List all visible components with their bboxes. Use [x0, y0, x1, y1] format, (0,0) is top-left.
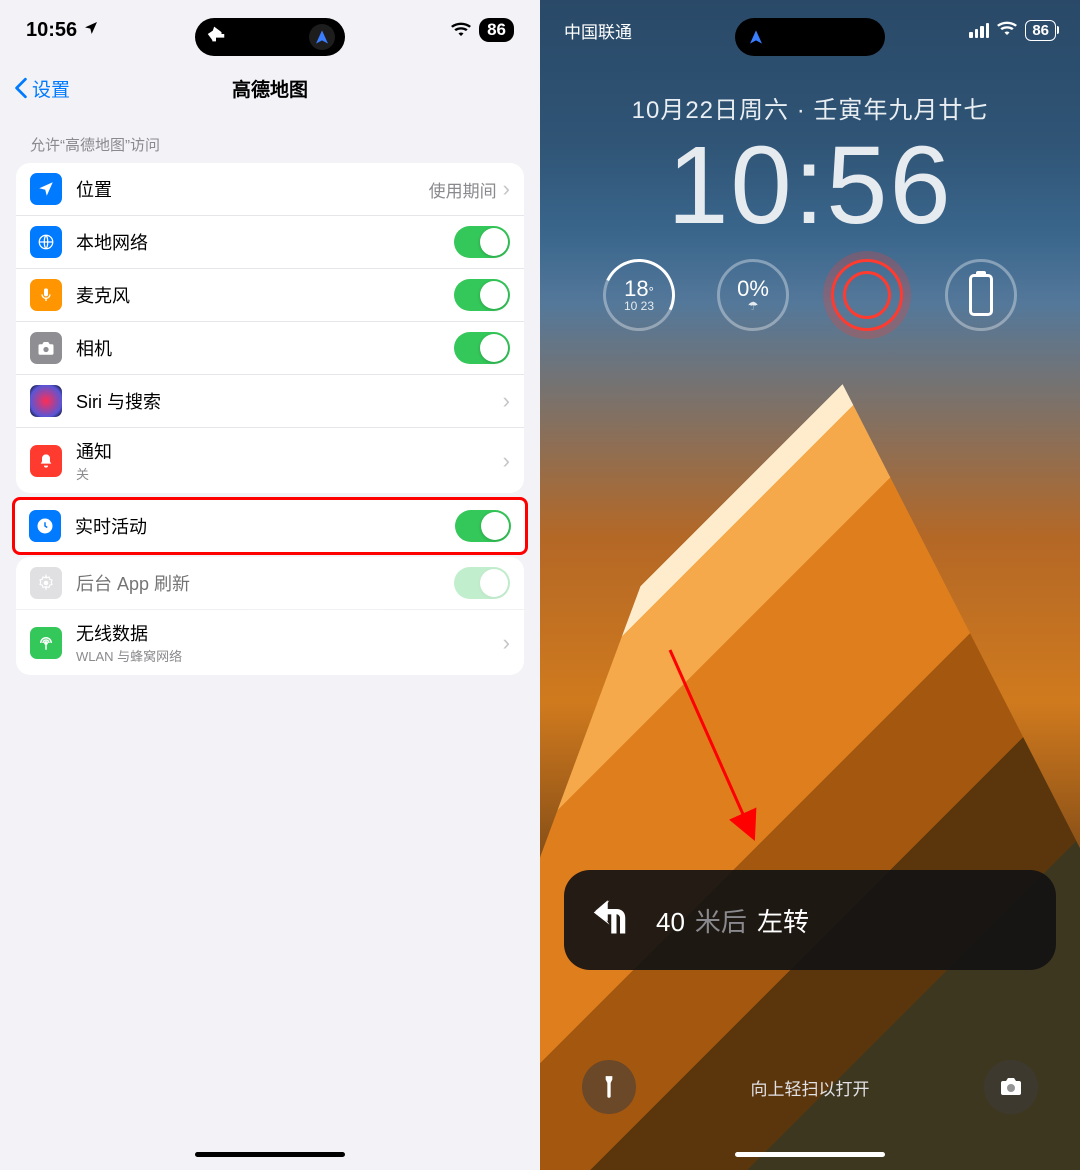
lock-screen-time: 10:56	[540, 131, 1080, 241]
battery-icon	[969, 274, 993, 316]
chevron-right-icon: ›	[503, 448, 510, 474]
bell-icon	[30, 445, 62, 477]
location-services-icon	[83, 19, 99, 42]
toggle-local-network[interactable]	[454, 226, 510, 258]
home-indicator[interactable]	[735, 1152, 885, 1157]
settings-list-2: 后台 App 刷新 无线数据 WLAN 与蜂窝网络 ›	[16, 557, 524, 675]
chevron-right-icon: ›	[503, 630, 510, 656]
microphone-icon	[30, 279, 62, 311]
nav-header: 设置 高德地图	[0, 60, 540, 116]
dynamic-island[interactable]	[195, 18, 345, 56]
swipe-hint: 向上轻扫以打开	[751, 1075, 870, 1100]
siri-icon	[30, 385, 62, 417]
weather-widget[interactable]: 18° 10 23	[599, 255, 679, 335]
antenna-icon	[30, 627, 62, 659]
wifi-icon	[451, 19, 471, 42]
lock-screen-widgets: 18° 10 23 0% ☂	[540, 255, 1080, 335]
page-title: 高德地图	[232, 75, 308, 102]
turn-left-icon	[592, 893, 634, 947]
row-label: 无线数据 WLAN 与蜂窝网络	[76, 620, 503, 665]
clock-icon	[29, 510, 61, 542]
row-location[interactable]: 位置 使用期间 ›	[16, 163, 524, 216]
settings-list: 位置 使用期间 › 本地网络 麦克风 相机 S	[16, 163, 524, 493]
section-header: 允许“高德地图”访问	[0, 116, 540, 163]
flashlight-button[interactable]	[582, 1060, 636, 1114]
battery-indicator: 86	[479, 18, 514, 42]
camera-button[interactable]	[984, 1060, 1038, 1114]
back-label: 设置	[32, 75, 70, 102]
carrier-label: 中国联通	[564, 18, 632, 43]
row-siri-search[interactable]: Siri 与搜索 ›	[16, 375, 524, 428]
row-label: Siri 与搜索	[76, 388, 503, 414]
live-activity-card[interactable]: 40 米后 左转	[564, 870, 1056, 970]
battery-widget[interactable]	[941, 255, 1021, 335]
highlight-annotation: 实时活动	[12, 497, 528, 555]
toggle-background-refresh[interactable]	[454, 567, 510, 599]
row-notifications[interactable]: 通知 关 ›	[16, 428, 524, 493]
location-icon	[30, 173, 62, 205]
row-label: 实时活动	[75, 513, 455, 539]
row-camera[interactable]: 相机	[16, 322, 524, 375]
settings-screen: 10:56 86 设置 高德地图 允许“高德地图”访问	[0, 0, 540, 1170]
row-label: 相机	[76, 335, 454, 361]
camera-icon	[30, 332, 62, 364]
lock-screen: 中国联通 86 10月22日周六 · 壬寅年九月廿七 10:56 18° 10 …	[540, 0, 1080, 1170]
row-value: 使用期间	[429, 177, 497, 202]
status-bar: 中国联通 86	[540, 0, 1080, 60]
battery-indicator: 86	[1025, 20, 1056, 41]
status-time: 10:56	[26, 19, 77, 42]
alarm-widget[interactable]	[827, 255, 907, 335]
row-label: 本地网络	[76, 229, 454, 255]
row-live-activities[interactable]: 实时活动	[15, 500, 525, 552]
row-label: 通知 关	[76, 438, 503, 483]
back-button[interactable]: 设置	[14, 75, 70, 102]
row-label: 麦克风	[76, 282, 454, 308]
cellular-signal-icon	[969, 23, 989, 38]
row-microphone[interactable]: 麦克风	[16, 269, 524, 322]
row-background-refresh[interactable]: 后台 App 刷新	[16, 557, 524, 610]
row-label: 位置	[76, 176, 429, 202]
turn-left-icon	[205, 23, 227, 51]
toggle-camera[interactable]	[454, 332, 510, 364]
live-activity-text: 40 米后 左转	[656, 902, 809, 939]
navigation-app-icon	[309, 24, 335, 50]
home-indicator[interactable]	[195, 1152, 345, 1157]
chevron-right-icon: ›	[503, 176, 510, 202]
toggle-live-activities[interactable]	[455, 510, 511, 542]
wifi-icon	[997, 20, 1017, 40]
chevron-right-icon: ›	[503, 388, 510, 414]
globe-icon	[30, 226, 62, 258]
lock-screen-bottom-bar: 向上轻扫以打开	[540, 1060, 1080, 1114]
wallpaper-mountain	[540, 240, 1080, 1170]
gear-icon	[30, 567, 62, 599]
toggle-microphone[interactable]	[454, 279, 510, 311]
row-label: 后台 App 刷新	[76, 570, 454, 596]
lock-screen-date: 10月22日周六 · 壬寅年九月廿七	[540, 90, 1080, 125]
precipitation-widget[interactable]: 0% ☂	[713, 255, 793, 335]
row-wireless-data[interactable]: 无线数据 WLAN 与蜂窝网络 ›	[16, 610, 524, 675]
row-local-network[interactable]: 本地网络	[16, 216, 524, 269]
